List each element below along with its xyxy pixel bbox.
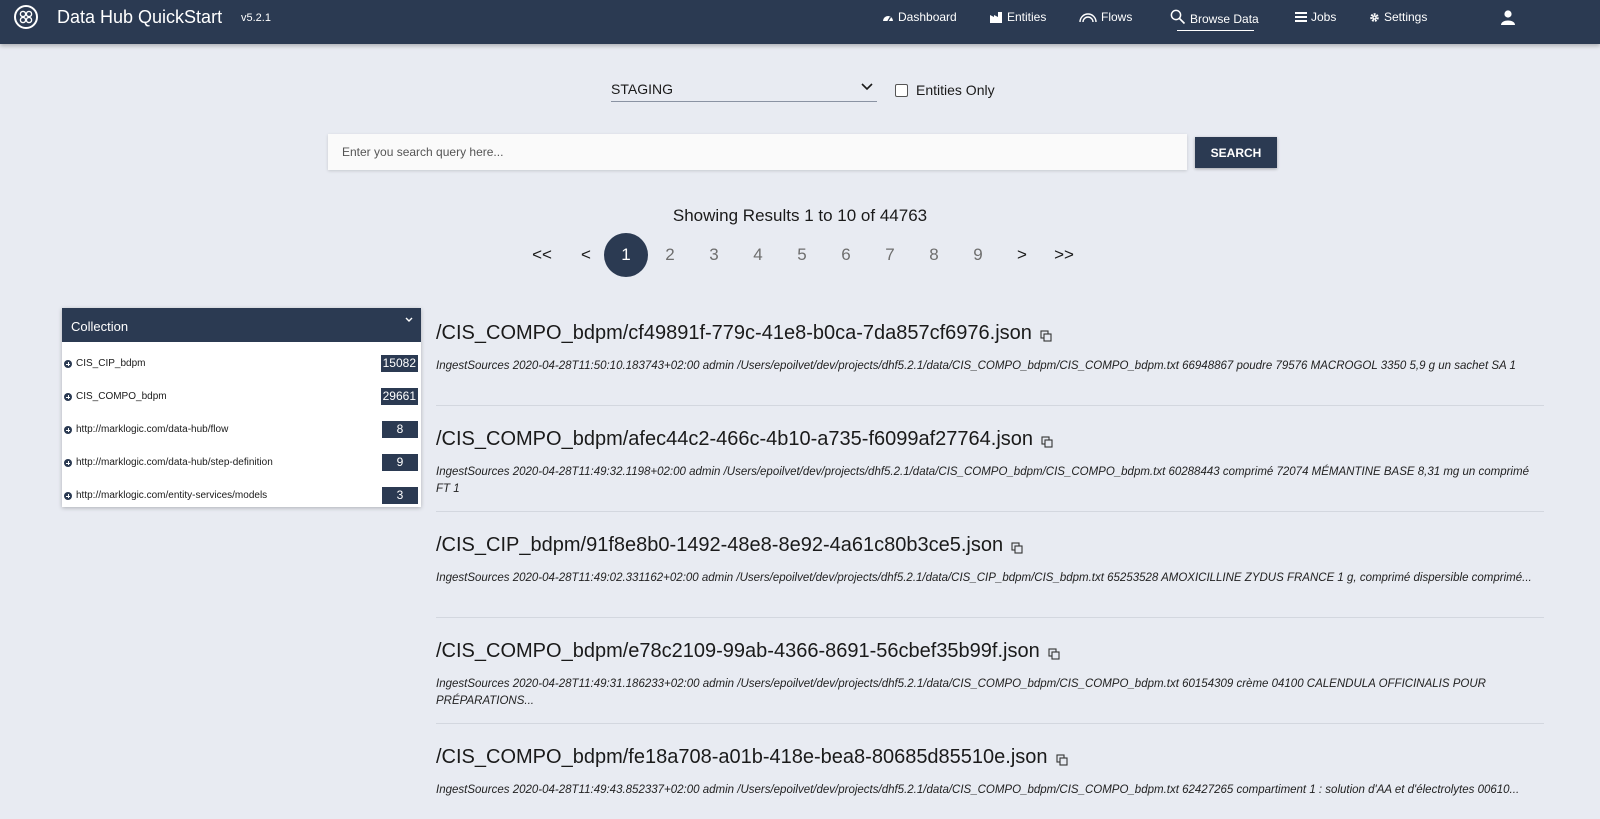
result-snippet: IngestSources 2020-04-28T11:49:31.186233… bbox=[436, 678, 1486, 707]
result-uri-link[interactable]: /CIS_COMPO_bdpm/cf49891f-779c-41e8-b0ca-… bbox=[436, 322, 1052, 345]
page-3-button[interactable]: 3 bbox=[692, 233, 736, 277]
dashboard-gauge-icon bbox=[883, 15, 893, 21]
collection-facet-panel: Collection CIS_CIP_bdpm 15082 CIS_COMPO_… bbox=[62, 308, 421, 507]
result-uri-text[interactable]: /CIS_COMPO_bdpm/afec44c2-466c-4b10-a735-… bbox=[436, 428, 1033, 451]
result-item: /CIS_COMPO_bdpm/afec44c2-466c-4b10-a735-… bbox=[436, 428, 1544, 512]
search-button[interactable]: SEARCH bbox=[1195, 137, 1277, 168]
copy-icon[interactable] bbox=[1048, 647, 1060, 660]
copy-icon[interactable] bbox=[1041, 435, 1053, 448]
page-5-button[interactable]: 5 bbox=[780, 233, 824, 277]
facet-item[interactable]: http://marklogic.com/data-hub/flow 8 bbox=[62, 414, 421, 446]
facet-item-label[interactable]: http://marklogic.com/entity-services/mod… bbox=[76, 490, 267, 501]
result-snippet: IngestSources 2020-04-28T11:49:32.1198+0… bbox=[436, 466, 1529, 495]
facet-item-label[interactable]: http://marklogic.com/data-hub/flow bbox=[76, 424, 228, 435]
facet-item[interactable]: CIS_CIP_bdpm 15082 bbox=[62, 348, 421, 380]
nav-dashboard[interactable]: Dashboard bbox=[882, 10, 957, 24]
nav-dashboard-label: Dashboard bbox=[898, 10, 957, 24]
facet-item-count: 9 bbox=[382, 454, 418, 471]
nav-settings-label: Settings bbox=[1384, 10, 1428, 24]
nav-jobs-label: Jobs bbox=[1311, 10, 1337, 24]
page-2-button[interactable]: 2 bbox=[648, 233, 692, 277]
search-input[interactable] bbox=[328, 134, 1187, 170]
result-item: /CIS_COMPO_bdpm/fe18a708-a01b-418e-bea8-… bbox=[436, 746, 1544, 819]
facet-item-label[interactable]: CIS_CIP_bdpm bbox=[76, 358, 145, 369]
data-hub-logo-icon[interactable] bbox=[14, 5, 38, 29]
page-prev-button[interactable]: < bbox=[564, 233, 608, 277]
result-uri-link[interactable]: /CIS_COMPO_bdpm/e78c2109-99ab-4366-8691-… bbox=[436, 640, 1060, 663]
app-version: v5.2.1 bbox=[241, 12, 271, 24]
page-9-button[interactable]: 9 bbox=[956, 233, 1000, 277]
plus-circle-icon[interactable] bbox=[64, 492, 72, 500]
database-select-value: STAGING bbox=[611, 81, 673, 97]
facet-item[interactable]: http://marklogic.com/data-hub/step-defin… bbox=[62, 447, 421, 479]
facet-title: Collection bbox=[71, 319, 129, 334]
result-item: /CIS_COMPO_bdpm/cf49891f-779c-41e8-b0ca-… bbox=[436, 322, 1544, 406]
chevron-down-icon[interactable] bbox=[405, 317, 413, 323]
facet-item-count: 3 bbox=[382, 487, 418, 504]
entities-only-label: Entities Only bbox=[916, 82, 995, 98]
chevron-down-icon bbox=[861, 83, 873, 91]
result-snippet: IngestSources 2020-04-28T11:49:43.852337… bbox=[436, 784, 1520, 796]
facet-item-count: 29661 bbox=[380, 388, 418, 405]
results-count-text: Showing Results 1 to 10 of 44763 bbox=[672, 206, 928, 225]
result-item: /CIS_CIP_bdpm/91f8e8b0-1492-48e8-8e92-4a… bbox=[436, 534, 1544, 618]
search-icon bbox=[1170, 9, 1186, 25]
result-uri-text[interactable]: /CIS_COMPO_bdpm/cf49891f-779c-41e8-b0ca-… bbox=[436, 322, 1032, 345]
nav-flows[interactable]: Flows bbox=[1079, 10, 1132, 24]
nav-browse-data[interactable]: Browse Data bbox=[1170, 8, 1259, 26]
copy-icon[interactable] bbox=[1011, 541, 1023, 554]
facet-item-label[interactable]: http://marklogic.com/data-hub/step-defin… bbox=[76, 457, 273, 468]
plus-circle-icon[interactable] bbox=[64, 459, 72, 467]
result-uri-link[interactable]: /CIS_COMPO_bdpm/fe18a708-a01b-418e-bea8-… bbox=[436, 746, 1068, 769]
nav-browse-data-label: Browse Data bbox=[1190, 12, 1259, 26]
entities-only-checkbox[interactable] bbox=[895, 83, 908, 97]
jobs-list-icon bbox=[1295, 12, 1307, 22]
plus-circle-icon[interactable] bbox=[64, 393, 72, 401]
page-8-button[interactable]: 8 bbox=[912, 233, 956, 277]
page-next-button[interactable]: > bbox=[1000, 233, 1044, 277]
nav-entities-label: Entities bbox=[1007, 10, 1047, 24]
page-first-button[interactable]: << bbox=[520, 233, 564, 277]
top-nav-bar: Data Hub QuickStart v5.2.1 Dashboard Ent… bbox=[0, 0, 1600, 44]
facet-item-count: 8 bbox=[382, 421, 418, 438]
result-uri-text[interactable]: /CIS_COMPO_bdpm/fe18a708-a01b-418e-bea8-… bbox=[436, 746, 1048, 769]
copy-icon[interactable] bbox=[1040, 329, 1052, 342]
flows-rainbow-icon bbox=[1079, 12, 1097, 22]
facet-item[interactable]: http://marklogic.com/entity-services/mod… bbox=[62, 480, 421, 512]
result-snippet: IngestSources 2020-04-28T11:50:10.183743… bbox=[436, 360, 1516, 372]
plus-circle-icon[interactable] bbox=[64, 426, 72, 434]
nav-jobs[interactable]: Jobs bbox=[1295, 10, 1336, 24]
page-4-button[interactable]: 4 bbox=[736, 233, 780, 277]
result-item: /CIS_COMPO_bdpm/e78c2109-99ab-4366-8691-… bbox=[436, 640, 1544, 724]
result-uri-text[interactable]: /CIS_COMPO_bdpm/e78c2109-99ab-4366-8691-… bbox=[436, 640, 1040, 663]
user-profile-icon[interactable] bbox=[1500, 9, 1516, 30]
result-uri-text[interactable]: /CIS_CIP_bdpm/91f8e8b0-1492-48e8-8e92-4a… bbox=[436, 534, 1003, 557]
gear-icon bbox=[1370, 12, 1379, 22]
page-6-button[interactable]: 6 bbox=[824, 233, 868, 277]
page-7-button[interactable]: 7 bbox=[868, 233, 912, 277]
result-uri-link[interactable]: /CIS_CIP_bdpm/91f8e8b0-1492-48e8-8e92-4a… bbox=[436, 534, 1023, 557]
result-snippet: IngestSources 2020-04-28T11:49:02.331162… bbox=[436, 572, 1532, 584]
facet-item[interactable]: CIS_COMPO_bdpm 29661 bbox=[62, 381, 421, 413]
facet-item-count: 15082 bbox=[380, 355, 418, 372]
page-1-button[interactable]: 1 bbox=[604, 233, 648, 277]
app-title[interactable]: Data Hub QuickStart bbox=[57, 7, 222, 28]
nav-active-indicator bbox=[1177, 30, 1254, 31]
nav-entities[interactable]: Entities bbox=[990, 10, 1046, 24]
nav-settings[interactable]: Settings bbox=[1369, 10, 1427, 24]
facet-item-label[interactable]: CIS_COMPO_bdpm bbox=[76, 391, 167, 402]
facet-header[interactable]: Collection bbox=[62, 308, 421, 342]
page-last-button[interactable]: >> bbox=[1042, 233, 1086, 277]
result-uri-link[interactable]: /CIS_COMPO_bdpm/afec44c2-466c-4b10-a735-… bbox=[436, 428, 1053, 451]
entities-factory-icon bbox=[990, 11, 1002, 23]
nav-flows-label: Flows bbox=[1101, 10, 1133, 24]
copy-icon[interactable] bbox=[1055, 753, 1068, 766]
database-select[interactable]: STAGING bbox=[611, 78, 877, 102]
plus-circle-icon[interactable] bbox=[64, 360, 72, 368]
entities-only-toggle[interactable]: Entities Only bbox=[895, 82, 995, 98]
